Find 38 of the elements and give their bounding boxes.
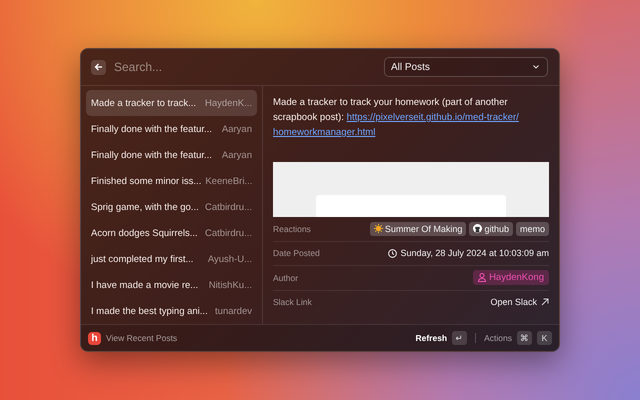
post-link[interactable]: https://pixelverseit.github.io/med-tracker/ (346, 112, 519, 123)
chevron-down-icon (533, 65, 539, 69)
post-list-item[interactable]: I made the best typing ani... tunardev (86, 298, 257, 324)
post-list-item[interactable]: I have made a movie re... NitishKu... (86, 272, 257, 298)
post-list-item[interactable]: Finally done with the featur... Aaryan (86, 116, 257, 142)
post-list-item[interactable]: Sprig game, with the go... Catbirdru... (86, 194, 257, 220)
reaction-chip[interactable]: github (469, 222, 513, 236)
external-link-icon (541, 298, 549, 306)
date-value: Sunday, 28 July 2024 at 10:03:09 am (400, 248, 549, 258)
back-button[interactable] (91, 60, 106, 74)
field-label: Author (273, 272, 298, 283)
shortcut-key: K (537, 331, 552, 345)
post-list-item[interactable]: Finally done with the featur... Aaryan (86, 142, 257, 168)
field-label: Date Posted (273, 248, 320, 258)
search-field[interactable]: Search... (112, 59, 378, 75)
shortcut-key: ↵ (452, 331, 468, 345)
post-list-item[interactable]: just completed my first... Ayush-U... (86, 246, 257, 272)
open-slack-link[interactable]: Open Slack (490, 297, 549, 308)
post-list-item[interactable]: Made a tracker to track... HaydenK... (86, 90, 257, 116)
shortcut-key: ⌘ (517, 331, 532, 345)
post-list-item[interactable]: Finished some minor iss... KeeneBri... (86, 168, 257, 194)
post-list-item[interactable]: Acorn dodges Squirrels... Catbirdru... (86, 220, 257, 246)
field-label: Reactions (273, 224, 311, 234)
actions-action[interactable]: Actions (484, 333, 512, 343)
person-icon (478, 273, 486, 282)
filter-dropdown[interactable]: All Posts (384, 57, 548, 77)
field-label: Slack Link (273, 297, 312, 308)
github-icon (473, 224, 482, 234)
footer-title: View Recent Posts (106, 333, 178, 343)
reaction-chip[interactable]: Summer Of Making (370, 222, 466, 236)
app-logo: h (88, 332, 101, 344)
sun-icon (374, 224, 383, 234)
reaction-chip[interactable]: memo (516, 222, 549, 236)
post-link[interactable]: homeworkmanager.html (273, 127, 376, 138)
back-arrow-icon (94, 63, 103, 71)
clock-icon (388, 248, 397, 258)
post-description: Made a tracker to track your homework (part of another scrapbook post): https://pixelverseit.github.io/med-tracker/ homeworkmanager.html (272, 96, 520, 140)
refresh-action[interactable]: Refresh (415, 333, 448, 343)
